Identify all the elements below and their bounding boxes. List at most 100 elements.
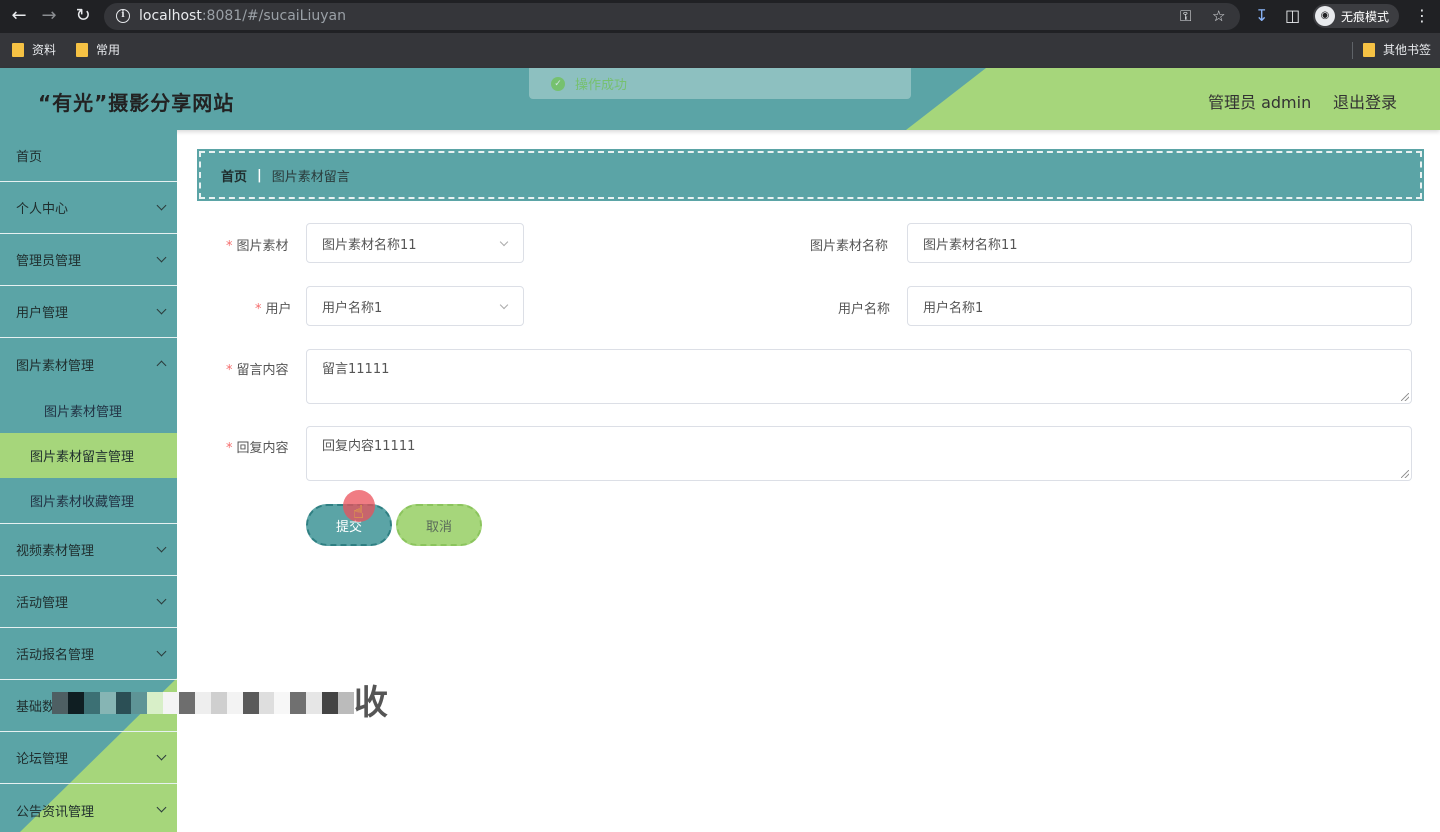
sidebar-item-label: 活动管理: [16, 596, 69, 611]
chevron-down-icon: [499, 237, 509, 247]
address-bar[interactable]: i localhost:8081/#/sucaiLiuyan ⚿ ☆: [104, 3, 1240, 30]
sidebar: 首页 个人中心 管理员管理 用户管理 图片素材管理 图片素材管理 图片素材留言管…: [0, 130, 177, 832]
user-label: * 用户: [255, 298, 292, 317]
logout-button[interactable]: 退出登录: [1333, 89, 1397, 113]
sidebar-item-admin-management[interactable]: 管理员管理: [0, 234, 177, 286]
site-title: “有光”摄影分享网站: [38, 91, 235, 115]
side-panel-icon[interactable]: ◫: [1285, 6, 1300, 26]
sidebar-item-label: 论坛管理: [16, 752, 69, 767]
sidebar-item-label: 活动报名管理: [16, 648, 95, 663]
chevron-down-icon: [156, 252, 167, 262]
picture-name-label: 图片素材名称: [810, 239, 889, 254]
pixelated-overlay: 收: [52, 680, 388, 726]
reply-label: * 回复内容: [226, 437, 289, 456]
forward-icon[interactable]: →: [38, 5, 60, 27]
user-name-field[interactable]: 用户名称1: [907, 286, 1412, 326]
chevron-down-icon: [156, 750, 167, 760]
sidebar-item-activity-signup[interactable]: 活动报名管理: [0, 628, 177, 680]
message-label-text: 留言内容: [236, 363, 289, 378]
star-icon[interactable]: ☆: [1212, 7, 1225, 25]
resize-handle[interactable]: [1401, 470, 1409, 478]
sidebar-item-personal-center[interactable]: 个人中心: [0, 182, 177, 234]
message-label: * 留言内容: [226, 359, 289, 378]
incognito-badge[interactable]: ◉ 无痕模式: [1313, 4, 1400, 28]
sidebar-subitem-picture-comments[interactable]: 图片素材留言管理: [0, 433, 177, 478]
chevron-down-icon: [156, 594, 167, 604]
user-name-value: 用户名称1: [923, 300, 984, 316]
more-menu-icon[interactable]: ⋮: [1414, 6, 1430, 25]
chevron-down-icon: [156, 646, 167, 656]
picture-label-text: 图片素材: [236, 239, 289, 254]
app-header: “有光”摄影分享网站 ✓ 操作成功 管理员 admin 退出登录: [0, 68, 1440, 130]
sidebar-item-announcements[interactable]: 公告资讯管理: [0, 784, 177, 832]
picture-select[interactable]: 图片素材名称11: [306, 223, 524, 263]
chevron-down-icon: [499, 300, 509, 310]
picture-select-value: 图片素材名称11: [322, 237, 417, 253]
chevron-down-icon: [156, 304, 167, 314]
sidebar-item-home[interactable]: 首页: [0, 130, 177, 182]
sidebar-item-label: 基础数: [16, 700, 56, 715]
folder-icon: [1363, 42, 1375, 57]
hand-cursor-icon: ☝: [353, 502, 364, 523]
sidebar-subitem-picture-management[interactable]: 图片素材管理: [0, 388, 177, 433]
picture-name-field[interactable]: 图片素材名称11: [907, 223, 1412, 263]
sidebar-item-label: 管理员管理: [16, 254, 82, 269]
message-textarea[interactable]: 留言11111: [306, 349, 1412, 404]
incognito-icon: ◉: [1315, 6, 1335, 26]
download-icon[interactable]: ↧: [1255, 6, 1268, 26]
sidebar-item-forum-management[interactable]: 论坛管理: [0, 732, 177, 784]
cancel-button[interactable]: 取消: [396, 504, 482, 546]
overlay-text-fragment: 收: [353, 683, 388, 723]
user-select[interactable]: 用户名称1: [306, 286, 524, 326]
breadcrumb-separator: |: [257, 167, 262, 183]
user-select-value: 用户名称1: [322, 300, 383, 316]
key-icon[interactable]: ⚿: [1180, 7, 1191, 25]
folder-icon: [12, 42, 24, 57]
user-label-text: 用户: [265, 302, 292, 317]
sidebar-subitem-label: 图片素材管理: [44, 405, 123, 420]
check-circle-icon: ✓: [551, 76, 565, 91]
other-bookmarks[interactable]: 其他书签: [1363, 41, 1431, 58]
url-path: :8081/#/sucaiLiuyan: [201, 8, 346, 24]
info-icon[interactable]: i: [116, 9, 130, 23]
sidebar-item-label: 视频素材管理: [16, 544, 95, 559]
sidebar-item-user-management[interactable]: 用户管理: [0, 286, 177, 338]
required-mark: *: [226, 363, 233, 378]
picture-name-value: 图片素材名称11: [923, 237, 1018, 253]
sidebar-item-video-material[interactable]: 视频素材管理: [0, 524, 177, 576]
required-mark: *: [226, 239, 233, 254]
sidebar-item-label: 图片素材管理: [16, 358, 95, 374]
current-user: 管理员 admin: [1208, 93, 1312, 112]
chevron-down-icon: [156, 200, 167, 210]
browser-toolbar: ← → ↻ i localhost:8081/#/sucaiLiuyan ⚿ ☆…: [0, 0, 1440, 33]
sidebar-item-label: 个人中心: [16, 202, 69, 217]
url-host: localhost: [139, 8, 202, 24]
picture-label: * 图片素材: [226, 235, 289, 254]
other-bookmarks-label: 其他书签: [1383, 43, 1432, 57]
chevron-down-icon: [156, 802, 167, 813]
sidebar-subitem-label: 图片素材留言管理: [30, 450, 135, 465]
resize-handle[interactable]: [1401, 393, 1409, 401]
reply-textarea[interactable]: 回复内容11111: [306, 426, 1412, 481]
sidebar-item-label: 首页: [16, 150, 43, 165]
bookmark-folder-1[interactable]: 资料: [12, 41, 56, 58]
chevron-up-icon: [156, 360, 167, 371]
breadcrumb-home[interactable]: 首页: [221, 166, 247, 185]
bookmark-label: 资料: [32, 43, 57, 57]
required-mark: *: [255, 302, 262, 317]
sidebar-subitem-picture-favorites[interactable]: 图片素材收藏管理: [0, 478, 177, 524]
reload-icon[interactable]: ↻: [72, 5, 94, 27]
folder-icon: [76, 42, 88, 57]
sidebar-item-label: 用户管理: [16, 306, 69, 321]
sidebar-item-label: 公告资讯管理: [16, 804, 95, 820]
bookmark-folder-2[interactable]: 常用: [76, 41, 120, 58]
sidebar-item-picture-material[interactable]: 图片素材管理: [0, 338, 177, 390]
back-icon[interactable]: ←: [8, 5, 30, 27]
incognito-label: 无痕模式: [1341, 9, 1390, 24]
url-text[interactable]: localhost:8081/#/sucaiLiuyan: [139, 8, 346, 24]
breadcrumb-current: 图片素材留言: [271, 169, 350, 185]
user-name-label: 用户名称: [838, 302, 891, 317]
sidebar-item-activity-management[interactable]: 活动管理: [0, 576, 177, 628]
toast-text: 操作成功: [575, 78, 628, 93]
breadcrumb: 首页 | 图片素材留言: [197, 149, 1424, 201]
